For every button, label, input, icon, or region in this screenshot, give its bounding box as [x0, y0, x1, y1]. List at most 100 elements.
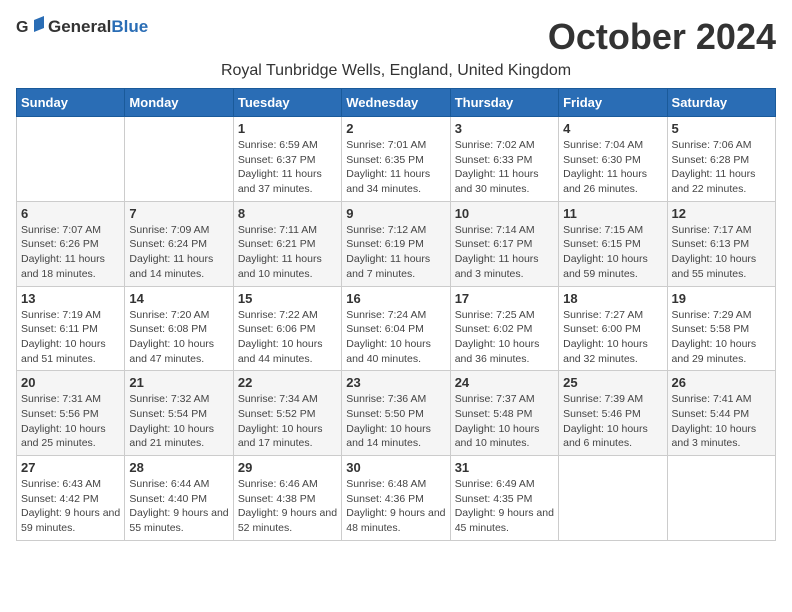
calendar-cell: 8Sunrise: 7:11 AMSunset: 6:21 PMDaylight…	[233, 201, 341, 286]
day-number: 4	[563, 121, 662, 136]
day-number: 5	[672, 121, 771, 136]
day-number: 28	[129, 460, 228, 475]
day-info: Sunrise: 7:20 AMSunset: 6:08 PMDaylight:…	[129, 308, 228, 367]
weekday-header-thursday: Thursday	[450, 89, 558, 117]
day-number: 8	[238, 206, 337, 221]
calendar-cell	[17, 117, 125, 202]
calendar-cell	[559, 456, 667, 541]
day-info: Sunrise: 7:27 AMSunset: 6:00 PMDaylight:…	[563, 308, 662, 367]
day-info: Sunrise: 7:12 AMSunset: 6:19 PMDaylight:…	[346, 223, 445, 282]
day-info: Sunrise: 7:22 AMSunset: 6:06 PMDaylight:…	[238, 308, 337, 367]
day-number: 2	[346, 121, 445, 136]
calendar-cell: 25 Sunrise: 7:39 AMSunset: 5:46 PMDayligh…	[559, 371, 667, 456]
day-info: Sunrise: 6:59 AMSunset: 6:37 PMDaylight:…	[238, 138, 337, 197]
day-info: Sunrise: 7:02 AMSunset: 6:33 PMDaylight:…	[455, 138, 554, 197]
day-number: 6	[21, 206, 120, 221]
day-info: Sunrise: 7:14 AMSunset: 6:17 PMDaylight:…	[455, 223, 554, 282]
weekday-header-sunday: Sunday	[17, 89, 125, 117]
day-number: 1	[238, 121, 337, 136]
day-number: 7	[129, 206, 228, 221]
day-number: 18	[563, 291, 662, 306]
day-number: 17	[455, 291, 554, 306]
day-number: 26	[672, 375, 771, 390]
calendar-cell: 10 Sunrise: 7:14 AMSunset: 6:17 PMDayligh…	[450, 201, 558, 286]
day-number: 16	[346, 291, 445, 306]
calendar-cell: 24 Sunrise: 7:37 AMSunset: 5:48 PMDayligh…	[450, 371, 558, 456]
day-info: Sunrise: 6:48 AMSunset: 4:36 PMDaylight:…	[346, 477, 445, 536]
day-number: 22	[238, 375, 337, 390]
calendar-cell: 18 Sunrise: 7:27 AMSunset: 6:00 PMDayligh…	[559, 286, 667, 371]
day-number: 19	[672, 291, 771, 306]
day-number: 31	[455, 460, 554, 475]
day-info: Sunrise: 7:32 AMSunset: 5:54 PMDaylight:…	[129, 392, 228, 451]
title-area: October 2024	[548, 16, 776, 58]
day-number: 3	[455, 121, 554, 136]
day-number: 15	[238, 291, 337, 306]
calendar-body: 1 Sunrise: 6:59 AMSunset: 6:37 PMDaylight…	[17, 117, 776, 541]
calendar-week-5: 27Sunrise: 6:43 AMSunset: 4:42 PMDayligh…	[17, 456, 776, 541]
calendar-cell: 3 Sunrise: 7:02 AMSunset: 6:33 PMDaylight…	[450, 117, 558, 202]
day-number: 30	[346, 460, 445, 475]
calendar-cell: 13Sunrise: 7:19 AMSunset: 6:11 PMDayligh…	[17, 286, 125, 371]
day-info: Sunrise: 7:37 AMSunset: 5:48 PMDaylight:…	[455, 392, 554, 451]
calendar-cell: 27Sunrise: 6:43 AMSunset: 4:42 PMDayligh…	[17, 456, 125, 541]
calendar-cell: 1 Sunrise: 6:59 AMSunset: 6:37 PMDaylight…	[233, 117, 341, 202]
day-info: Sunrise: 6:49 AMSunset: 4:35 PMDaylight:…	[455, 477, 554, 536]
svg-text:G: G	[16, 19, 28, 36]
day-info: Sunrise: 7:25 AMSunset: 6:02 PMDaylight:…	[455, 308, 554, 367]
location-title: Royal Tunbridge Wells, England, United K…	[16, 62, 776, 80]
calendar-cell: 12 Sunrise: 7:17 AMSunset: 6:13 PMDayligh…	[667, 201, 775, 286]
day-number: 12	[672, 206, 771, 221]
weekday-header-tuesday: Tuesday	[233, 89, 341, 117]
calendar-cell	[667, 456, 775, 541]
weekday-header-saturday: Saturday	[667, 89, 775, 117]
day-number: 24	[455, 375, 554, 390]
day-number: 29	[238, 460, 337, 475]
day-number: 23	[346, 375, 445, 390]
calendar-cell: 9Sunrise: 7:12 AMSunset: 6:19 PMDaylight…	[342, 201, 450, 286]
calendar-week-2: 6Sunrise: 7:07 AMSunset: 6:26 PMDaylight…	[17, 201, 776, 286]
logo-blue: Blue	[111, 17, 148, 36]
day-info: Sunrise: 7:09 AMSunset: 6:24 PMDaylight:…	[129, 223, 228, 282]
day-info: Sunrise: 7:17 AMSunset: 6:13 PMDaylight:…	[672, 223, 771, 282]
day-info: Sunrise: 6:44 AMSunset: 4:40 PMDaylight:…	[129, 477, 228, 536]
calendar-cell: 29 Sunrise: 6:46 AMSunset: 4:38 PMDayligh…	[233, 456, 341, 541]
calendar-cell: 31 Sunrise: 6:49 AMSunset: 4:35 PMDayligh…	[450, 456, 558, 541]
day-info: Sunrise: 7:36 AMSunset: 5:50 PMDaylight:…	[346, 392, 445, 451]
calendar-cell: 5 Sunrise: 7:06 AMSunset: 6:28 PMDaylight…	[667, 117, 775, 202]
calendar-cell: 7 Sunrise: 7:09 AMSunset: 6:24 PMDaylight…	[125, 201, 233, 286]
day-info: Sunrise: 7:31 AMSunset: 5:56 PMDaylight:…	[21, 392, 120, 451]
day-info: Sunrise: 6:43 AMSunset: 4:42 PMDaylight:…	[21, 477, 120, 536]
calendar-table: SundayMondayTuesdayWednesdayThursdayFrid…	[16, 88, 776, 541]
calendar-header: SundayMondayTuesdayWednesdayThursdayFrid…	[17, 89, 776, 117]
calendar-week-1: 1 Sunrise: 6:59 AMSunset: 6:37 PMDaylight…	[17, 117, 776, 202]
calendar-cell: 30 Sunrise: 6:48 AMSunset: 4:36 PMDayligh…	[342, 456, 450, 541]
logo-icon: G	[16, 16, 44, 38]
day-info: Sunrise: 7:41 AMSunset: 5:44 PMDaylight:…	[672, 392, 771, 451]
calendar-cell: 4 Sunrise: 7:04 AMSunset: 6:30 PMDaylight…	[559, 117, 667, 202]
day-number: 25	[563, 375, 662, 390]
day-info: Sunrise: 7:06 AMSunset: 6:28 PMDaylight:…	[672, 138, 771, 197]
calendar-cell: 6Sunrise: 7:07 AMSunset: 6:26 PMDaylight…	[17, 201, 125, 286]
weekday-header-friday: Friday	[559, 89, 667, 117]
calendar-week-3: 13Sunrise: 7:19 AMSunset: 6:11 PMDayligh…	[17, 286, 776, 371]
calendar-cell: 19 Sunrise: 7:29 AMSunset: 5:58 PMDayligh…	[667, 286, 775, 371]
calendar-cell: 20Sunrise: 7:31 AMSunset: 5:56 PMDayligh…	[17, 371, 125, 456]
day-info: Sunrise: 7:39 AMSunset: 5:46 PMDaylight:…	[563, 392, 662, 451]
calendar-cell: 11Sunrise: 7:15 AMSunset: 6:15 PMDayligh…	[559, 201, 667, 286]
day-info: Sunrise: 7:19 AMSunset: 6:11 PMDaylight:…	[21, 308, 120, 367]
month-title: October 2024	[548, 16, 776, 58]
day-info: Sunrise: 7:04 AMSunset: 6:30 PMDaylight:…	[563, 138, 662, 197]
calendar-cell: 22Sunrise: 7:34 AMSunset: 5:52 PMDayligh…	[233, 371, 341, 456]
calendar-cell: 16Sunrise: 7:24 AMSunset: 6:04 PMDayligh…	[342, 286, 450, 371]
page-header: G GeneralBlue October 2024	[16, 16, 776, 58]
logo: G GeneralBlue	[16, 16, 148, 38]
weekday-header-monday: Monday	[125, 89, 233, 117]
calendar-cell: 26 Sunrise: 7:41 AMSunset: 5:44 PMDayligh…	[667, 371, 775, 456]
weekday-header-wednesday: Wednesday	[342, 89, 450, 117]
day-info: Sunrise: 7:29 AMSunset: 5:58 PMDaylight:…	[672, 308, 771, 367]
day-number: 10	[455, 206, 554, 221]
calendar-cell: 2Sunrise: 7:01 AMSunset: 6:35 PMDaylight…	[342, 117, 450, 202]
day-number: 21	[129, 375, 228, 390]
day-info: Sunrise: 6:46 AMSunset: 4:38 PMDaylight:…	[238, 477, 337, 536]
